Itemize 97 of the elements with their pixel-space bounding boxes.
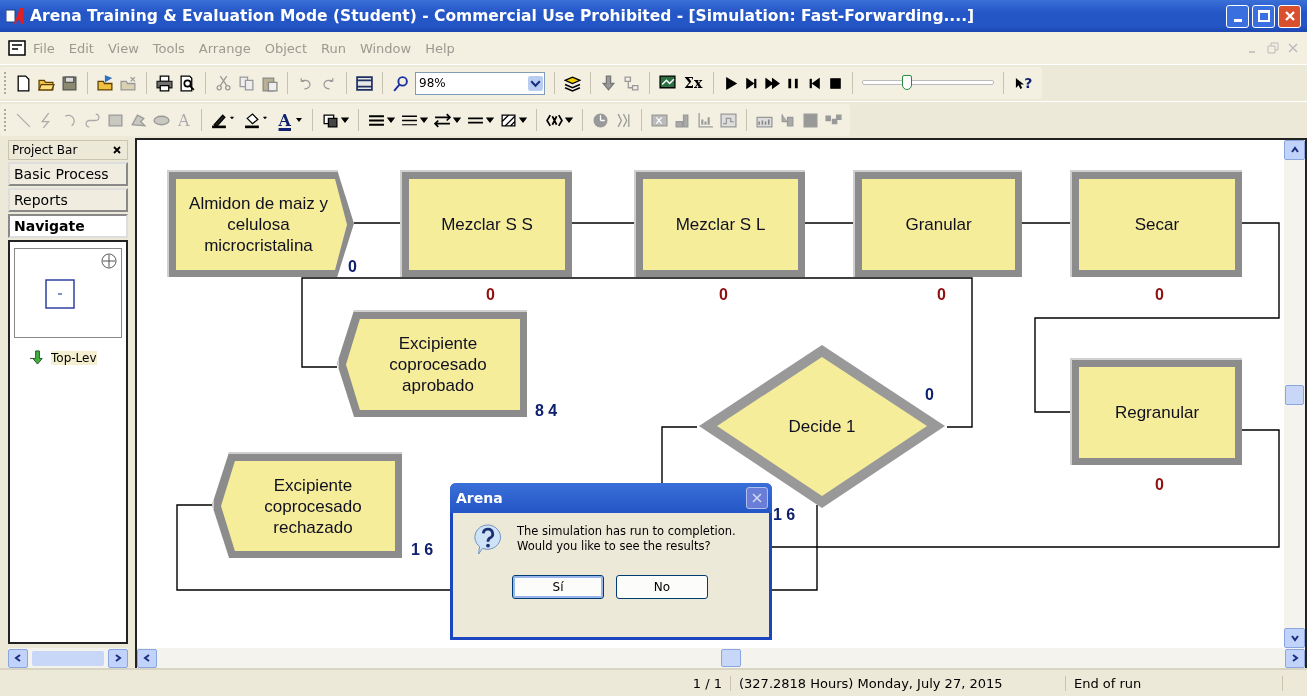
caret-icon[interactable] xyxy=(565,116,573,124)
caret-icon[interactable] xyxy=(453,116,461,124)
entity-counter: 0 xyxy=(1155,476,1164,494)
dispose-module[interactable]: Excipiente coprocesado rechazado xyxy=(212,452,402,558)
process-module[interactable]: Mezclar S S xyxy=(400,170,572,277)
module-label: Almidon de maiz y celulosa microcristalina xyxy=(188,193,329,256)
down-arrow-icon[interactable] xyxy=(600,74,617,92)
caret-icon[interactable] xyxy=(486,116,494,124)
module-label: Mezclar S S xyxy=(441,214,533,235)
panel-title: Project Bar xyxy=(12,143,78,157)
fast-forward-icon[interactable] xyxy=(765,75,781,91)
module-label: Decide 1 xyxy=(788,416,856,437)
entity-counter: 8 4 xyxy=(535,402,558,420)
maximize-button[interactable] xyxy=(1252,4,1275,28)
summation-button[interactable]: Σx xyxy=(682,75,705,91)
entity-counter: 0 xyxy=(1155,286,1164,304)
slider-track[interactable] xyxy=(862,80,995,85)
zoom-in-icon[interactable] xyxy=(101,253,117,269)
close-icon[interactable] xyxy=(113,146,121,154)
arrow-style-icon[interactable] xyxy=(434,111,451,129)
new-file-icon[interactable] xyxy=(15,74,32,92)
dialog-button[interactable]: Sí xyxy=(512,575,604,599)
window-icon[interactable] xyxy=(356,74,373,92)
maximize-icon xyxy=(1257,10,1270,22)
pen-color-icon[interactable] xyxy=(210,111,228,129)
slider-thumb[interactable] xyxy=(901,75,912,90)
down-arrow-icon xyxy=(30,350,45,365)
viewport-rectangle[interactable] xyxy=(45,279,75,309)
entity-counter: 0 xyxy=(925,386,934,404)
help-pointer-button[interactable]: ? xyxy=(1013,75,1035,91)
entity-counter: 0 xyxy=(937,286,946,304)
minimize-button[interactable] xyxy=(1226,4,1249,28)
close-icon xyxy=(1283,10,1296,22)
question-icon xyxy=(473,523,503,555)
search-icon[interactable] xyxy=(392,74,409,92)
minimize-icon xyxy=(1233,18,1242,22)
decide-module[interactable] xyxy=(697,343,947,510)
entity-counter: 1 6 xyxy=(411,541,434,559)
process-module[interactable]: Mezclar S L xyxy=(634,170,805,277)
folder-arrow-icon[interactable] xyxy=(97,74,114,92)
panel-tab[interactable]: Navigate xyxy=(8,214,128,238)
caret-icon[interactable] xyxy=(295,116,303,124)
dispose-module[interactable]: Excipiente coprocesado aprobado xyxy=(337,310,527,417)
entity-counter: 0 xyxy=(486,286,495,304)
entity-counter: 1 6 xyxy=(773,506,796,524)
app-logo-icon xyxy=(6,7,26,25)
horizontal-scrollbar[interactable] xyxy=(137,648,1305,668)
play-icon[interactable] xyxy=(723,75,739,91)
module-label: Granular xyxy=(905,214,972,235)
dialog-message: The simulation has run to completion. xyxy=(517,524,736,539)
module-label: Regranular xyxy=(1114,402,1200,423)
module-label: Mezclar S L xyxy=(675,214,766,235)
entity-counter: 0 xyxy=(348,258,357,276)
dialog-message: Would you like to see the results? xyxy=(517,539,712,554)
dialog-button[interactable]: No xyxy=(616,575,708,599)
close-icon xyxy=(751,492,763,504)
panel-tab[interactable]: Basic Process xyxy=(8,162,128,186)
process-module[interactable]: Regranular xyxy=(1070,358,1242,465)
process-module[interactable]: Granular xyxy=(853,170,1022,277)
module-label: Secar xyxy=(1134,214,1180,235)
process-module[interactable]: Secar xyxy=(1070,170,1242,277)
caret-icon[interactable] xyxy=(519,116,527,124)
zoom-dropdown[interactable]: 98% xyxy=(415,71,545,95)
layers-icon[interactable] xyxy=(564,74,581,92)
connector-line xyxy=(353,222,401,224)
status-state: End of run xyxy=(1066,675,1283,691)
close-button[interactable] xyxy=(746,487,768,509)
connector-line xyxy=(571,222,635,224)
rewind-icon[interactable] xyxy=(807,75,823,91)
overview-thumbnail[interactable] xyxy=(14,248,122,338)
fill-color-icon[interactable] xyxy=(243,111,261,129)
save-icon[interactable] xyxy=(61,74,78,92)
scroll-thumb[interactable] xyxy=(1285,384,1304,405)
status-time: (327.2818 Hours) Monday, July 27, 2015 xyxy=(731,675,1066,691)
print-preview-icon[interactable] xyxy=(179,74,196,92)
module-label: Excipiente coprocesado rechazado xyxy=(263,474,363,538)
stop-icon[interactable] xyxy=(828,75,844,91)
window-title: Arena Training & Evaluation Mode (Student) - Commercial Use Prohibited - [Simulation: Fast-Forwarding....] xyxy=(30,7,976,25)
horizontal-scrollbar[interactable] xyxy=(8,648,128,668)
status-page: 1 / 1 xyxy=(684,675,731,691)
scroll-thumb[interactable] xyxy=(32,650,104,666)
document-icon xyxy=(8,40,26,56)
vertical-scrollbar[interactable] xyxy=(1284,140,1305,648)
panel-tab[interactable]: Reports xyxy=(8,188,128,212)
caret-icon[interactable] xyxy=(420,116,428,124)
scroll-thumb[interactable] xyxy=(721,649,741,667)
text-color-button[interactable]: A xyxy=(276,110,293,130)
tree-item[interactable]: Top-Lev xyxy=(51,350,97,365)
caret-icon[interactable] xyxy=(387,116,395,124)
caret-icon[interactable] xyxy=(341,116,349,124)
entity-counter: 0 xyxy=(719,286,728,304)
printer-icon[interactable] xyxy=(156,74,173,92)
connector-line xyxy=(804,222,854,224)
clock-icon[interactable] xyxy=(592,111,609,129)
dialog-title: Arena xyxy=(456,490,503,506)
module-label: Excipiente coprocesado aprobado xyxy=(388,333,488,396)
pointer-icon xyxy=(1015,76,1025,90)
